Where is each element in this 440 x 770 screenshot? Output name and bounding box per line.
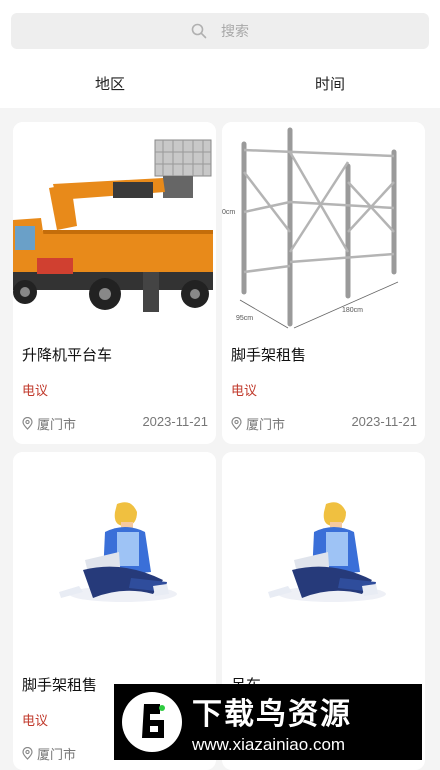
listing-date: 2023-11-21 bbox=[351, 414, 417, 429]
search-placeholder: 搜索 bbox=[221, 23, 249, 39]
listing-price: 电议 bbox=[231, 383, 258, 398]
filter-region[interactable]: 地区 bbox=[0, 60, 220, 106]
listing-location: 厦门市 bbox=[22, 744, 76, 763]
location-pin-icon bbox=[22, 747, 33, 760]
listing-location: 厦门市 bbox=[22, 414, 76, 433]
listing-card[interactable]: 95cm 180cm 0cm 脚手架租售 电议 厦门市 2023-11-21 bbox=[222, 122, 425, 444]
watermark-banner: 下载鸟资源 www.xiazainiao.com bbox=[114, 684, 422, 760]
location-text: 厦门市 bbox=[246, 417, 286, 432]
listing-title: 脚手架租售 bbox=[231, 347, 307, 364]
listing-title: 升降机平台车 bbox=[22, 347, 113, 364]
scaffold-height-label: 0cm bbox=[222, 209, 235, 216]
scaffold-length-label: 180cm bbox=[342, 307, 363, 314]
listing-date: 2023-11-21 bbox=[142, 414, 208, 429]
person-laptop-illustration bbox=[13, 452, 216, 662]
watermark-url: www.xiazainiao.com bbox=[192, 735, 346, 754]
listing-location: 厦门市 bbox=[231, 414, 285, 433]
person-laptop-illustration bbox=[222, 452, 425, 662]
search-bar[interactable]: 搜索 bbox=[11, 13, 429, 49]
scaffold-image: 95cm 180cm 0cm bbox=[222, 122, 425, 332]
listing-title: 脚手架租售 bbox=[22, 677, 98, 694]
watermark-title: 下载鸟资源 bbox=[192, 698, 352, 731]
scaffold-width-label: 95cm bbox=[236, 315, 253, 322]
search-icon bbox=[191, 23, 207, 39]
listing-image bbox=[222, 452, 425, 662]
listing-card[interactable]: 升降机平台车 电议 厦门市 2023-11-21 bbox=[13, 122, 216, 444]
location-text: 厦门市 bbox=[37, 747, 77, 762]
location-pin-icon bbox=[22, 417, 33, 430]
listing-price: 电议 bbox=[22, 713, 49, 728]
location-pin-icon bbox=[231, 417, 242, 430]
listing-image bbox=[13, 122, 216, 332]
filter-bar: 地区 时间 bbox=[0, 60, 440, 106]
crane-truck-image bbox=[13, 122, 216, 332]
bird-logo-icon bbox=[122, 692, 182, 752]
filter-time[interactable]: 时间 bbox=[220, 60, 440, 106]
location-text: 厦门市 bbox=[37, 417, 77, 432]
top-bar: 搜索 地区 时间 bbox=[0, 0, 440, 108]
listing-image: 95cm 180cm 0cm bbox=[222, 122, 425, 332]
listing-image bbox=[13, 452, 216, 662]
listing-price: 电议 bbox=[22, 383, 49, 398]
